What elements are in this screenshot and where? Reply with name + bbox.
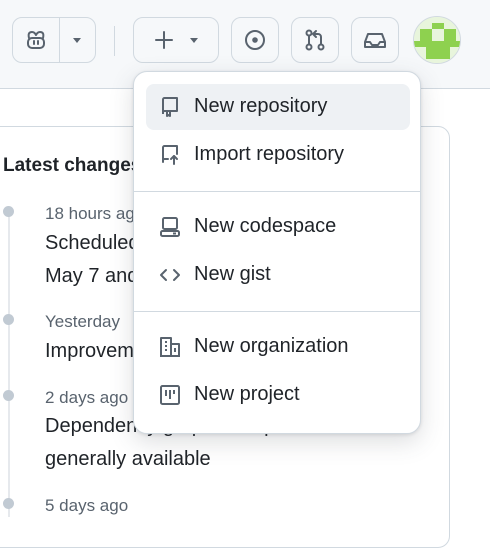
timeline-dot	[3, 206, 14, 217]
menu-item-label: New codespace	[194, 215, 337, 237]
issues-button[interactable]	[231, 17, 279, 63]
entry-time: 2 days ago	[45, 388, 129, 407]
triangle-down-icon	[71, 34, 83, 46]
menu-item-label: Import repository	[194, 143, 345, 165]
entry-title[interactable]: Scheduled May 7 and	[45, 227, 140, 293]
copilot-dropdown-button[interactable]	[60, 18, 95, 62]
entry-title-line: generally available	[45, 448, 211, 470]
git-pull-request-icon	[303, 28, 327, 52]
menu-item-label: New gist	[194, 263, 271, 285]
user-avatar[interactable]	[413, 16, 461, 64]
project-icon	[158, 383, 182, 407]
organization-icon	[158, 335, 182, 359]
menu-item-label: New organization	[194, 335, 349, 357]
menu-item-new-gist[interactable]: New gist	[146, 252, 410, 298]
timeline-dot	[3, 390, 14, 401]
repo-push-icon	[158, 143, 182, 167]
menu-divider	[134, 311, 420, 312]
menu-item-new-project[interactable]: New project	[146, 372, 410, 418]
copilot-button[interactable]	[13, 18, 59, 62]
timeline-dot	[3, 314, 14, 325]
triangle-down-icon	[188, 34, 200, 46]
menu-item-new-organization[interactable]: New organization	[146, 324, 410, 370]
entry-title-line: Scheduled	[45, 232, 140, 254]
entry-time: 5 days ago	[45, 496, 129, 515]
changelog-heading: Latest changes	[3, 155, 142, 176]
menu-item-label: New repository	[194, 95, 328, 117]
inbox-button[interactable]	[351, 17, 399, 63]
entry-title[interactable]: Improvem	[45, 335, 134, 368]
codespaces-icon	[158, 215, 182, 239]
menu-item-new-codespace[interactable]: New codespace	[146, 204, 410, 250]
create-new-menu: New repository Import repository New cod…	[133, 71, 421, 434]
entry-time: 18 hours ago	[45, 204, 145, 223]
toolbar-divider	[114, 26, 115, 56]
menu-divider	[134, 191, 420, 192]
repo-icon	[158, 95, 182, 119]
menu-item-new-repository[interactable]: New repository	[146, 84, 410, 130]
pull-requests-button[interactable]	[291, 17, 339, 63]
issue-opened-icon	[243, 28, 267, 52]
entry-title-line: May 7 and	[45, 265, 139, 287]
timeline-line	[8, 212, 10, 517]
copilot-button-group	[12, 17, 96, 63]
menu-item-label: New project	[194, 383, 300, 405]
entry-time: Yesterday	[45, 312, 120, 331]
timeline-dot	[3, 498, 14, 509]
inbox-icon	[363, 28, 387, 52]
create-new-button[interactable]	[133, 17, 219, 63]
code-icon	[158, 263, 182, 287]
menu-item-import-repository[interactable]: Import repository	[146, 132, 410, 178]
plus-icon	[152, 28, 176, 52]
entry-title-line: Improvem	[45, 340, 134, 362]
copilot-icon	[24, 28, 48, 52]
